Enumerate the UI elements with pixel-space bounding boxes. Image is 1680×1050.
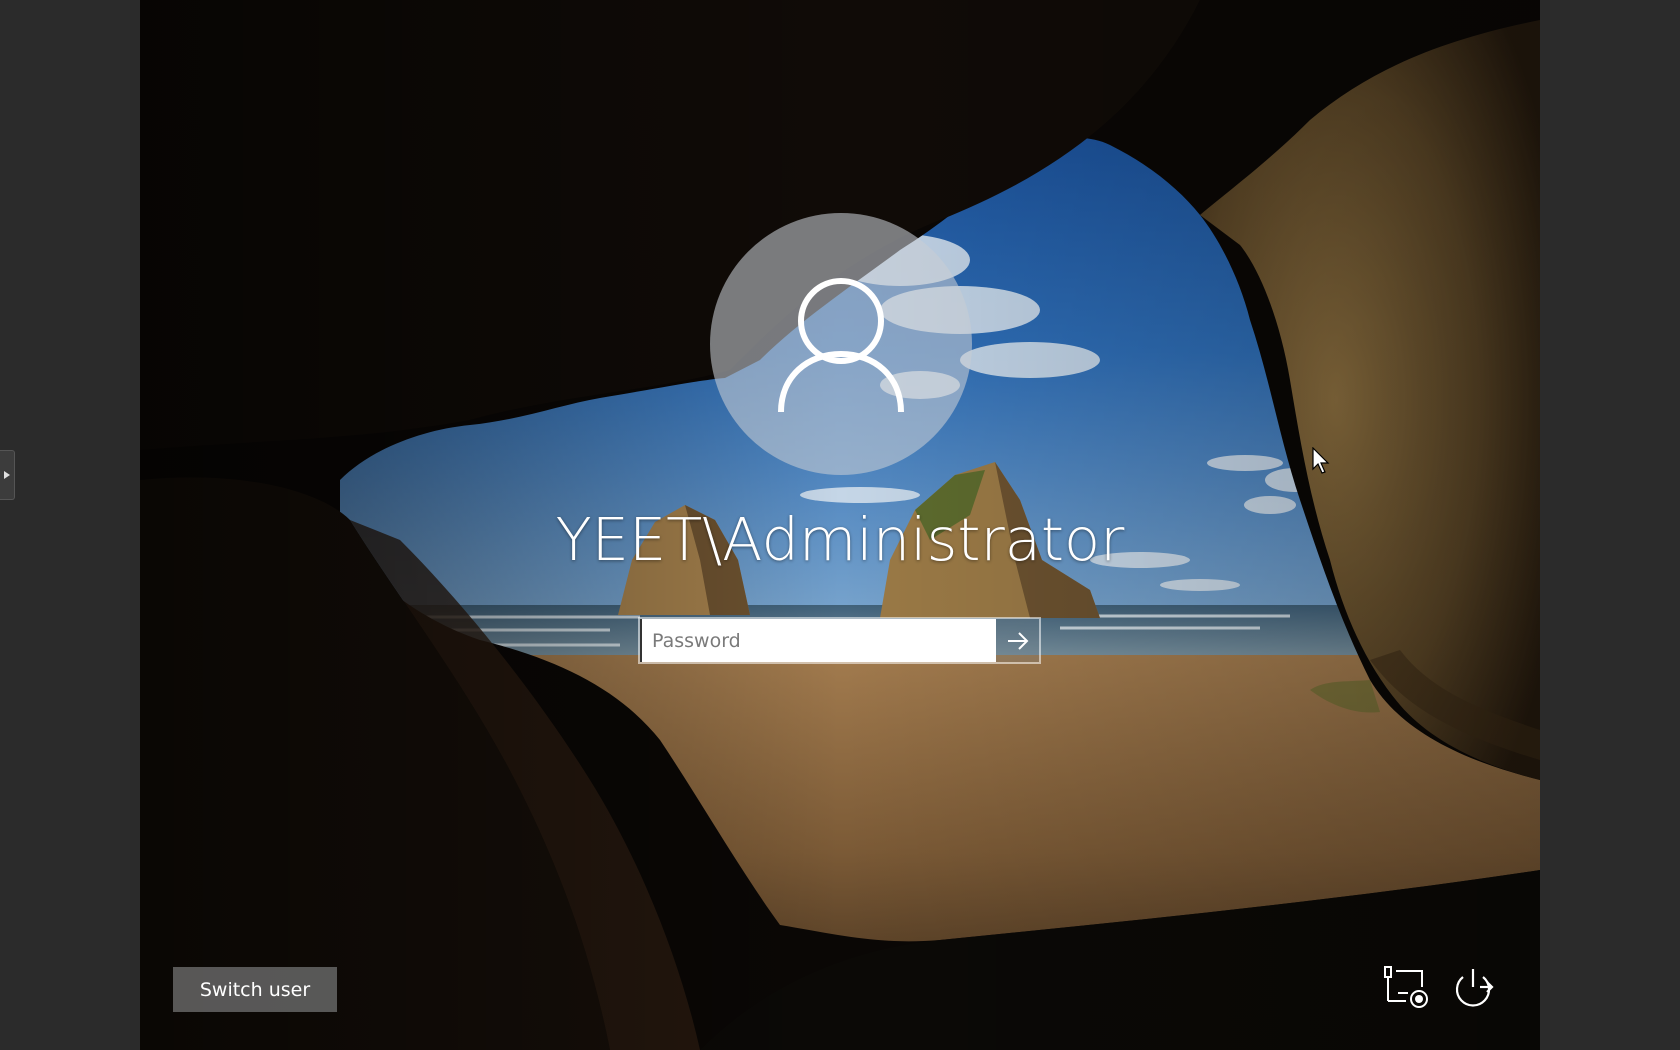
password-box [638,617,1041,664]
submit-button[interactable] [996,619,1039,662]
power-button[interactable] [1448,962,1498,1012]
network-icon [1384,966,1428,1008]
switch-user-button[interactable]: Switch user [173,967,337,1012]
user-avatar-icon [778,278,904,413]
password-input[interactable] [640,619,996,662]
arrow-right-icon [1007,631,1028,650]
power-icon [1455,969,1494,1007]
user-avatar [710,213,972,475]
lock-screen: YEET\Administrator Switch user [140,0,1540,1050]
side-panel-toggle[interactable] [0,450,15,500]
chevron-right-icon [4,471,10,479]
username-label: YEET\Administrator [555,505,1125,574]
mouse-cursor-icon [1312,447,1330,474]
network-button[interactable] [1382,962,1432,1012]
